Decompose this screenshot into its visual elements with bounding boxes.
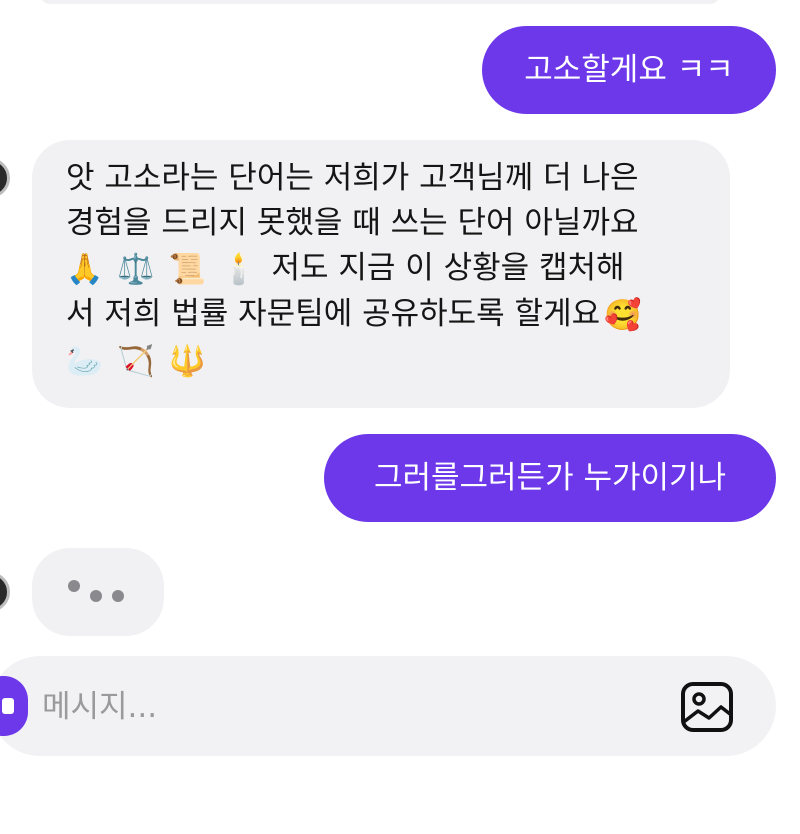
outgoing-message[interactable]: 그러를그러든가 누가이기나	[324, 434, 776, 522]
typing-dot	[90, 590, 102, 602]
scroll-emoji: 📜	[168, 252, 207, 287]
image-button[interactable]	[680, 681, 734, 733]
plus-icon	[2, 698, 14, 714]
message-line-text: 저도 지금 이 상황을 캡처해	[271, 250, 625, 286]
bow-arrow-emoji: 🏹	[117, 344, 155, 379]
sender-avatar[interactable]	[0, 158, 10, 198]
typing-dot	[112, 590, 124, 602]
candle-emoji: 🕯️	[220, 252, 258, 287]
message-text: 그러를그러든가 누가이기나	[373, 460, 727, 496]
trident-emoji: 🔱	[168, 344, 207, 379]
outgoing-message[interactable]: 고소할게요 ㅋㅋ	[482, 26, 776, 114]
typing-dot	[68, 580, 80, 592]
incoming-message[interactable]: 앗 고소라는 단어는 저희가 고객님께 더 나은 경험을 드리지 못했을 때 쓰…	[32, 140, 730, 408]
message-text: 고소할게요 ㅋㅋ	[524, 52, 734, 88]
message-line: 앗 고소라는 단어는 저희가 고객님께 더 나은	[66, 160, 639, 196]
previous-message-edge	[40, 0, 720, 4]
typing-indicator	[32, 548, 164, 636]
message-line: 🦢 🏹 🔱	[66, 338, 696, 384]
sender-avatar[interactable]	[0, 572, 10, 612]
message-input[interactable]: 메시지...	[42, 684, 642, 730]
message-line: 서 저희 법률 자문팀에 공유하도록 할게요 🥰	[66, 292, 696, 338]
pray-emoji: 🙏	[66, 252, 104, 287]
swan-emoji: 🦢	[66, 344, 104, 379]
smiling-hearts-emoji: 🥰	[604, 298, 642, 333]
message-line: 경험을 드리지 못했을 때 쓰는 단어 아닐까요	[66, 205, 639, 241]
message-line-text: 서 저희 법률 자문팀에 공유하도록 할게요	[66, 296, 601, 332]
image-icon	[681, 682, 733, 732]
message-line: 🙏 ⚖️ 📜 🕯️ 저도 지금 이 상황을 캡처해	[66, 246, 696, 292]
scales-emoji: ⚖️	[117, 252, 155, 287]
